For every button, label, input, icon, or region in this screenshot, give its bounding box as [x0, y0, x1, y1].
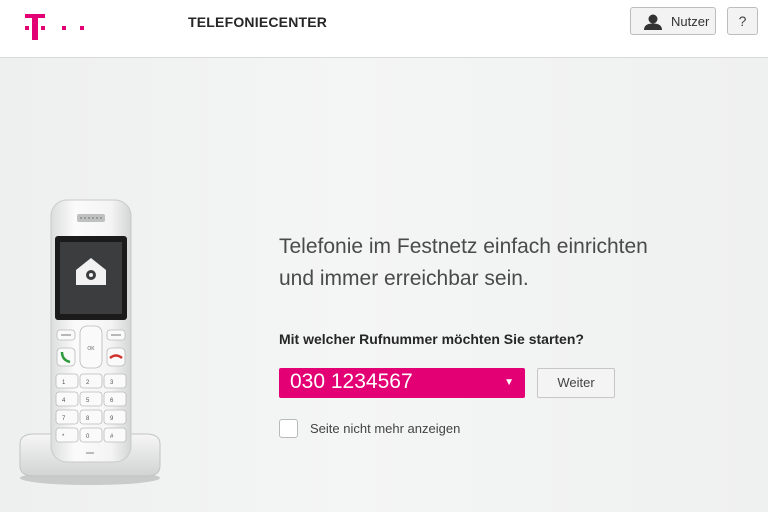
phone-number-select[interactable]: 030 1234567 ▼	[279, 368, 525, 398]
dropdown-arrow-icon: ▼	[504, 377, 514, 388]
headline: Telefonie im Festnetz einfach einrichten…	[279, 231, 648, 295]
help-button[interactable]: ?	[727, 7, 758, 35]
next-button[interactable]: Weiter	[537, 368, 615, 398]
hide-page-checkbox-label[interactable]: Seite nicht mehr anzeigen	[310, 421, 460, 436]
phone-key	[103, 409, 127, 425]
user-button-label: Nutzer	[671, 14, 710, 29]
phone-key	[55, 409, 79, 425]
phone-key	[55, 427, 79, 443]
phone-key	[79, 391, 103, 407]
phone-key	[103, 391, 127, 407]
phone-key	[79, 409, 103, 425]
page-title: TELEFONIECENTER	[188, 14, 328, 30]
ok-key-label: OK	[87, 346, 95, 352]
user-button[interactable]: Nutzer	[630, 7, 716, 35]
cordless-phone-illustration: OK 1 2 34 5 67 8 9* 0 #	[19, 199, 161, 485]
headline-line-1: Telefonie im Festnetz einfach einrichten	[279, 235, 648, 258]
selected-number: 030 1234567	[290, 370, 413, 393]
headline-line-2: und immer erreichbar sein.	[279, 267, 529, 290]
telekom-logo-icon[interactable]	[22, 12, 92, 42]
phone-key	[55, 391, 79, 407]
phone-key	[79, 373, 103, 389]
top-header: TELEFONIECENTER Nutzer ?	[0, 0, 768, 58]
phone-key	[79, 427, 103, 443]
phone-key	[103, 373, 127, 389]
phone-key	[103, 427, 127, 443]
hide-page-checkbox[interactable]	[279, 419, 298, 438]
user-icon	[644, 14, 662, 30]
number-question: Mit welcher Rufnummer möchten Sie starte…	[279, 331, 584, 347]
phone-key	[55, 373, 79, 389]
